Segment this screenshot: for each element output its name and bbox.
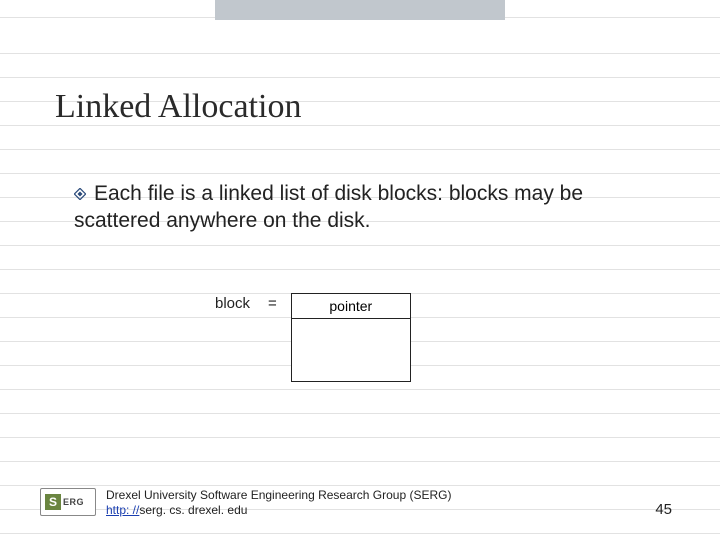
block-equation: block = pointer xyxy=(215,293,411,382)
slide-title: Linked Allocation xyxy=(55,88,301,126)
logo-s-icon: S xyxy=(45,494,61,510)
diamond-bullet-icon xyxy=(74,188,86,200)
footer-org: Drexel University Software Engineering R… xyxy=(106,488,451,502)
body-bullet: Each file is a linked list of disk block… xyxy=(74,180,664,235)
block-label: block xyxy=(215,293,250,312)
pointer-label-cell: pointer xyxy=(291,293,411,318)
pointer-box: pointer xyxy=(291,293,411,382)
body-text: Each file is a linked list of disk block… xyxy=(74,182,583,232)
pointer-body-cell xyxy=(291,318,411,382)
footer: S ERG Drexel University Software Enginee… xyxy=(40,488,680,518)
footer-attribution: Drexel University Software Engineering R… xyxy=(106,488,451,518)
top-accent-bar xyxy=(215,0,505,20)
page-number: 45 xyxy=(655,501,672,518)
footer-link[interactable]: http: // xyxy=(106,503,139,517)
equals-sign: = xyxy=(268,293,277,312)
logo-erg-text: ERG xyxy=(63,497,84,507)
background-guidelines xyxy=(0,0,720,540)
serg-logo: S ERG xyxy=(40,488,96,516)
